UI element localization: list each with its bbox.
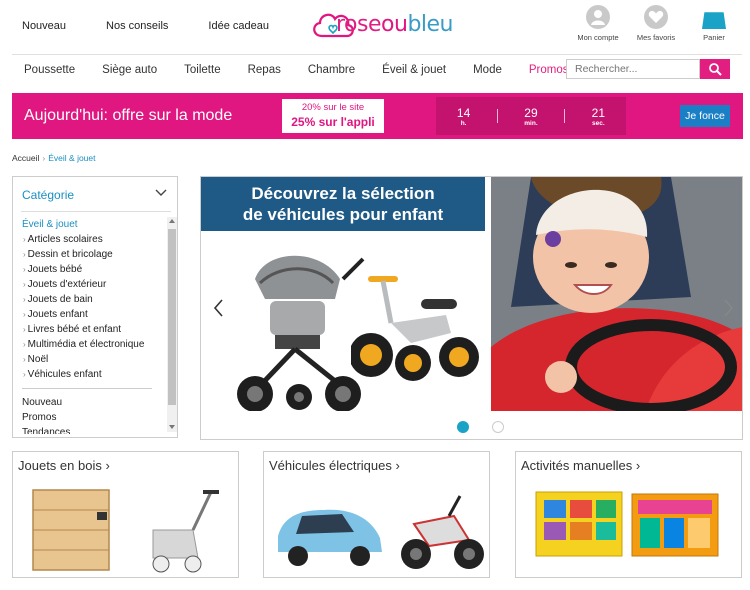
- sidebar-active-category[interactable]: Éveil & jouet: [22, 217, 157, 232]
- bag-icon: [702, 12, 726, 29]
- search-input[interactable]: [566, 59, 700, 79]
- promo-banner: Aujourd'hui: offre sur la mode 20% sur l…: [12, 93, 743, 139]
- je-fonce-button[interactable]: Je fonce: [680, 105, 730, 127]
- carousel-title: Découvrez la sélection de véhicules pour…: [201, 177, 485, 231]
- nav-item-repas[interactable]: Repas: [248, 64, 281, 76]
- sidebar-item-noel[interactable]: › Noël: [22, 352, 157, 367]
- nav-item-chambre[interactable]: Chambre: [308, 64, 355, 76]
- logo-text: roseoubleu: [336, 12, 453, 37]
- countdown-minutes: 29 min.: [524, 105, 538, 127]
- countdown-separator: [564, 109, 566, 123]
- category-list: Éveil & jouet › Articles scolaires › Dessi…: [22, 217, 157, 434]
- wooden-toys-image: [32, 489, 219, 573]
- nav-item-siege-auto[interactable]: Siège auto: [102, 64, 157, 76]
- card-title: Jouets en bois ›: [18, 458, 110, 473]
- sidebar-item-promos[interactable]: Promos: [22, 410, 157, 425]
- banner-headline: Aujourd'hui: offre sur la mode: [24, 107, 233, 124]
- category-sidebar: Catégorie Éveil & jouet › Articles scolai…: [12, 176, 178, 438]
- carousel-dot-2[interactable]: [492, 421, 504, 433]
- countdown-seconds: 21 sec.: [591, 105, 606, 127]
- breadcrumb-current[interactable]: Éveil & jouet: [48, 153, 95, 163]
- favorites-button[interactable]: Mes favoris: [632, 5, 680, 42]
- scroll-down-icon[interactable]: [169, 425, 175, 429]
- category-card-activites-manuelles[interactable]: Activités manuelles ›: [515, 451, 742, 578]
- sidebar-item-jouets-bain[interactable]: › Jouets de bain: [22, 292, 157, 307]
- top-links: Nouveau Nos conseils Idée cadeau: [22, 20, 309, 32]
- carousel-photo[interactable]: [491, 177, 742, 439]
- sidebar-item-livres[interactable]: › Livres bébé et enfant: [22, 322, 157, 337]
- site-logo[interactable]: roseoubleu: [310, 6, 453, 46]
- countdown-separator: [496, 109, 498, 123]
- main-nav: Poussette Siège auto Toilette Repas Cham…: [12, 54, 742, 84]
- user-icon: [586, 5, 610, 29]
- category-card-vehicules-electriques[interactable]: Véhicules électriques ›: [263, 451, 490, 578]
- card-title: Activités manuelles ›: [521, 458, 641, 473]
- heart-icon: [644, 5, 668, 29]
- user-actions: Mon compte Mes favoris Panier: [574, 5, 738, 42]
- cart-label: Panier: [703, 33, 725, 42]
- top-link-idee-cadeau[interactable]: Idée cadeau: [208, 20, 269, 32]
- hero-carousel: Découvrez la sélection de véhicules pour…: [200, 176, 743, 440]
- sidebar-item-jouets-enfant[interactable]: › Jouets enfant: [22, 307, 157, 322]
- sidebar-item-dessin-bricolage[interactable]: › Dessin et bricolage: [22, 247, 157, 262]
- carousel-left-panel[interactable]: Découvrez la sélection de véhicules pour…: [201, 177, 491, 412]
- breadcrumb: Accueil › Éveil & jouet: [12, 153, 96, 163]
- carousel-next-icon[interactable]: [724, 299, 734, 317]
- top-link-nouveau[interactable]: Nouveau: [22, 20, 66, 32]
- top-link-conseils[interactable]: Nos conseils: [106, 20, 168, 32]
- carousel-dots: [201, 411, 742, 439]
- sidebar-divider: [22, 388, 152, 389]
- nav-item-mode[interactable]: Mode: [473, 64, 502, 76]
- offer-box: 20% sur le site 25% sur l'appli: [282, 99, 384, 133]
- sidebar-item-multimedia[interactable]: › Multimédia et électronique: [22, 337, 157, 352]
- category-card-jouets-bois[interactable]: Jouets en bois ›: [12, 451, 239, 578]
- account-label: Mon compte: [577, 33, 619, 42]
- sidebar-scroll-area: Éveil & jouet › Articles scolaires › Dessi…: [13, 177, 163, 434]
- craft-kits-image: [535, 491, 719, 557]
- search-icon: [709, 63, 722, 76]
- account-button[interactable]: Mon compte: [574, 5, 622, 42]
- cart-button[interactable]: Panier: [690, 5, 738, 42]
- balance-bike-image: [351, 276, 479, 381]
- card-title: Véhicules électriques ›: [269, 458, 400, 473]
- top-header: Nouveau Nos conseils Idée cadeau roseoub…: [0, 0, 750, 52]
- carousel-dot-1[interactable]: [457, 421, 469, 433]
- search-bar: [566, 59, 742, 81]
- child-driving-photo: [491, 177, 742, 439]
- nav-item-toilette[interactable]: Toilette: [184, 64, 220, 76]
- scrollbar-thumb[interactable]: [168, 229, 176, 405]
- sidebar-item-jouets-bebe[interactable]: › Jouets bébé: [22, 262, 157, 277]
- sidebar-item-vehicules[interactable]: › Véhicules enfant: [22, 367, 157, 382]
- nav-item-poussette[interactable]: Poussette: [24, 64, 75, 76]
- scroll-up-icon[interactable]: [169, 219, 175, 223]
- countdown-hours: 14 h.: [456, 105, 471, 127]
- sidebar-item-jouets-exterieur[interactable]: › Jouets d'extérieur: [22, 277, 157, 292]
- sidebar-item-nouveau[interactable]: Nouveau: [22, 395, 157, 410]
- search-button[interactable]: [700, 59, 730, 79]
- electric-vehicles-image: [278, 495, 484, 569]
- breadcrumb-separator: ›: [42, 153, 46, 163]
- countdown-timer: 14 h. 29 min. 21 sec.: [436, 97, 626, 135]
- sidebar-scrollbar[interactable]: [167, 217, 177, 432]
- sidebar-item-tendances[interactable]: Tendances: [22, 425, 157, 434]
- nav-item-eveil-jouet[interactable]: Éveil & jouet: [382, 64, 446, 76]
- favorites-label: Mes favoris: [636, 33, 676, 42]
- offer-app: 25% sur l'appli: [291, 115, 375, 129]
- breadcrumb-home[interactable]: Accueil: [12, 153, 39, 163]
- sidebar-item-articles-scolaires[interactable]: › Articles scolaires: [22, 232, 157, 247]
- offer-site: 20% sur le site: [301, 102, 365, 113]
- carousel-prev-icon[interactable]: [213, 299, 223, 317]
